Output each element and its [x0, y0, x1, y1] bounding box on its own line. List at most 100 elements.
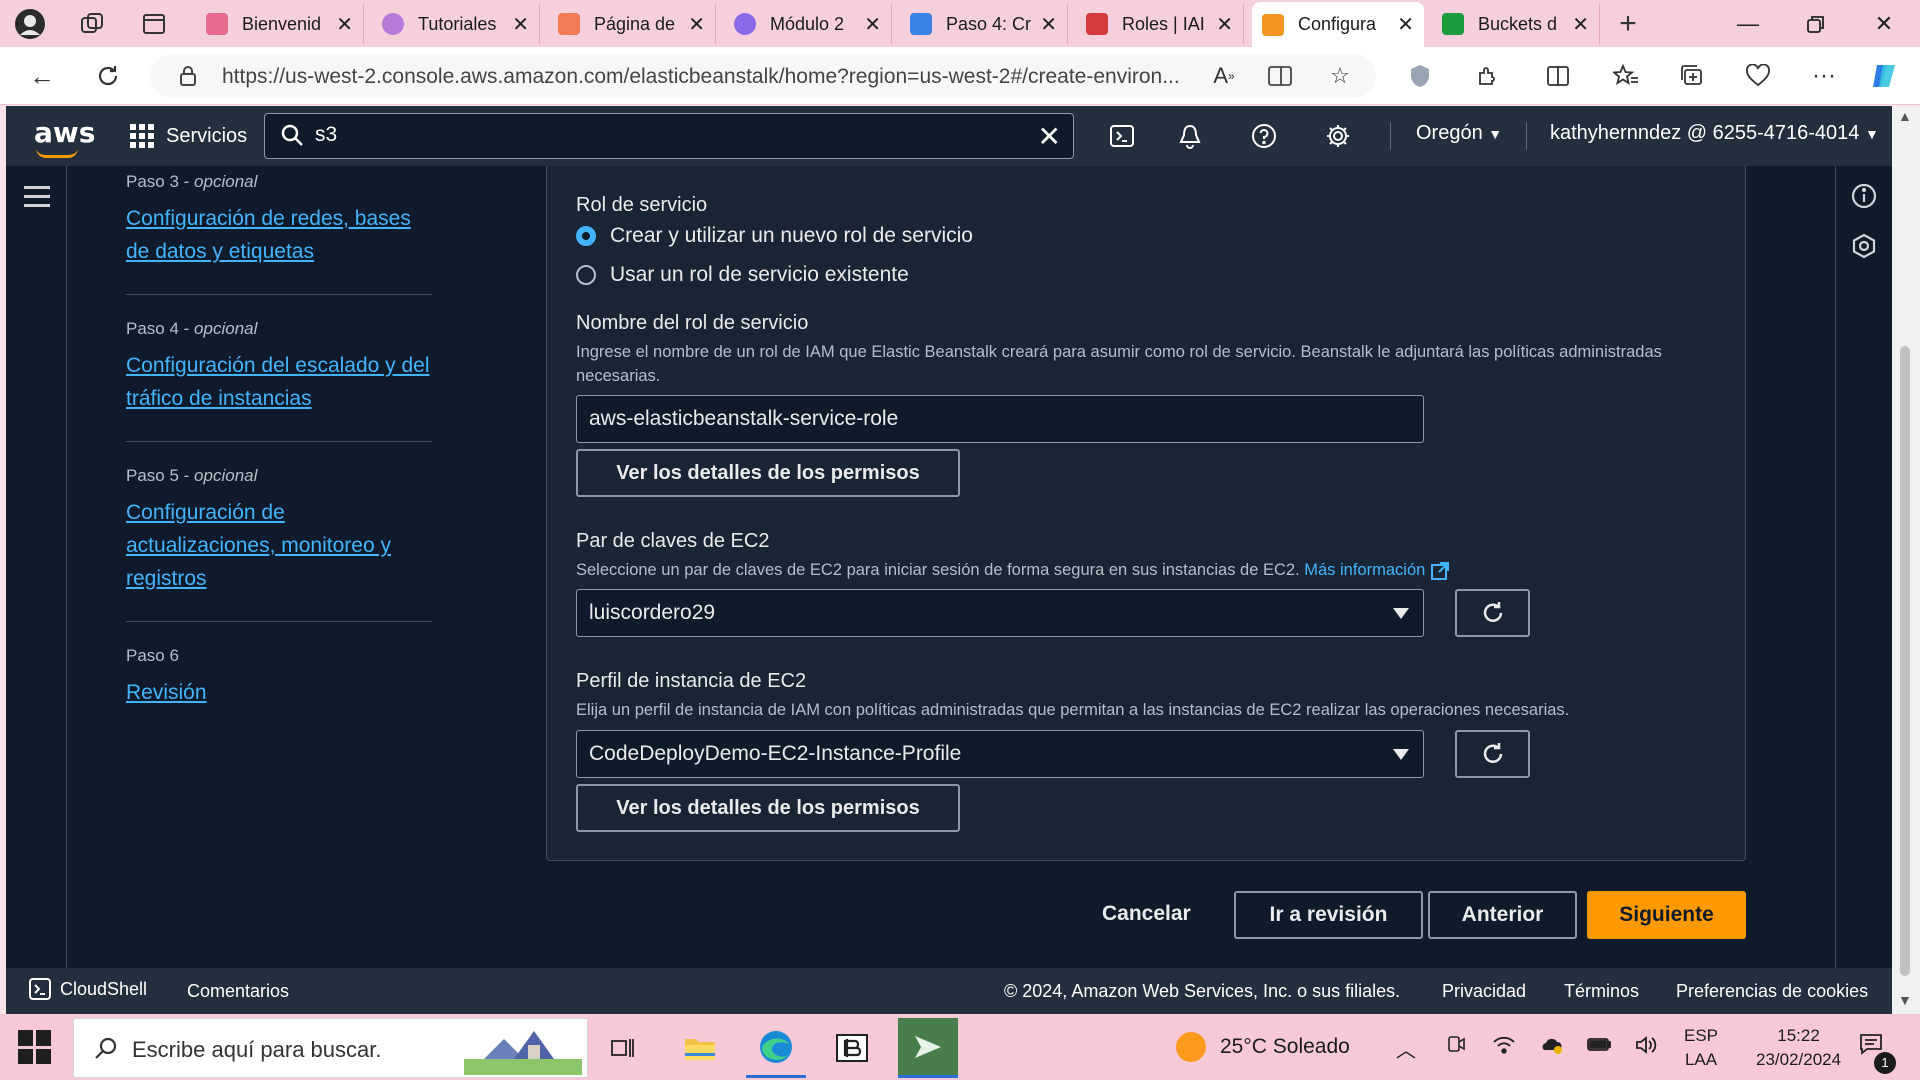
- close-tab-icon[interactable]: ✕: [512, 12, 529, 37]
- refresh-profile-button[interactable]: [1455, 730, 1530, 778]
- role-name-input[interactable]: [576, 395, 1424, 443]
- tab-modulo[interactable]: Módulo 2 ✕: [724, 4, 892, 44]
- scroll-thumb[interactable]: [1900, 346, 1910, 976]
- tutorials-hexagon-icon[interactable]: [1850, 232, 1878, 260]
- services-menu-button[interactable]: Servicios: [130, 118, 247, 154]
- scroll-up-icon[interactable]: ▲: [1898, 108, 1912, 124]
- file-explorer-icon[interactable]: [670, 1018, 730, 1078]
- tab-paso4[interactable]: Paso 4: Cr ✕: [900, 4, 1068, 44]
- step-link-updates[interactable]: Configuración de actualizaciones, monito…: [126, 496, 432, 595]
- onedrive-icon[interactable]: [1538, 1034, 1564, 1062]
- taskbar-clock[interactable]: 15:22 23/02/2024: [1756, 1024, 1841, 1072]
- settings-gear-icon[interactable]: [1322, 120, 1354, 152]
- close-window-icon[interactable]: ✕: [1854, 6, 1914, 42]
- lock-icon[interactable]: [170, 58, 206, 94]
- region-selector[interactable]: Oregón ▼: [1416, 122, 1502, 145]
- favorite-star-icon[interactable]: ☆: [1322, 58, 1358, 94]
- workspaces-icon[interactable]: [74, 6, 110, 42]
- tab-roles[interactable]: Roles | IAI ✕: [1076, 4, 1244, 44]
- battery-icon[interactable]: [1586, 1034, 1612, 1060]
- close-tab-icon[interactable]: ✕: [688, 12, 705, 37]
- wizard-step: Paso 4 - opcional Configuración del esca…: [126, 319, 432, 442]
- split-screen-icon[interactable]: [1540, 58, 1576, 94]
- instance-profile-description: Elija un perfil de instancia de IAM con …: [576, 701, 1570, 719]
- edge-browser-icon[interactable]: [746, 1018, 806, 1078]
- radio-checked-icon[interactable]: [576, 226, 596, 246]
- reload-icon[interactable]: [90, 58, 126, 94]
- tab-buckets[interactable]: Buckets d ✕: [1432, 4, 1600, 44]
- weather-widget[interactable]: 25°C Soleado: [1176, 1032, 1350, 1062]
- aws-logo[interactable]: aws: [34, 116, 95, 149]
- next-button[interactable]: Siguiente: [1587, 891, 1746, 939]
- wifi-icon[interactable]: [1492, 1034, 1516, 1062]
- new-tab-icon[interactable]: +: [1610, 6, 1646, 42]
- tab-bienvenido[interactable]: Bienvenid ✕: [196, 4, 364, 44]
- close-tab-icon[interactable]: ✕: [1040, 12, 1057, 37]
- favorites-icon[interactable]: [1608, 58, 1644, 94]
- tab-pagina[interactable]: Página de ✕: [548, 4, 716, 44]
- aws-logo-smile: [36, 148, 78, 158]
- url-field[interactable]: https://us-west-2.console.aws.amazon.com…: [150, 54, 1376, 98]
- close-tab-icon[interactable]: ✕: [1216, 12, 1233, 37]
- scroll-down-icon[interactable]: ▼: [1898, 992, 1912, 1008]
- step-link-scaling[interactable]: Configuración del escalado y del tráfico…: [126, 349, 432, 415]
- previous-button[interactable]: Anterior: [1428, 891, 1577, 939]
- view-permissions-button-2[interactable]: Ver los detalles de los permisos: [576, 784, 960, 832]
- meet-now-icon[interactable]: [1446, 1034, 1466, 1062]
- keypair-select[interactable]: luiscordero29: [576, 589, 1424, 637]
- copilot-icon[interactable]: [1866, 58, 1902, 94]
- page-scrollbar[interactable]: ▲ ▼: [1892, 106, 1920, 1014]
- collections-icon[interactable]: [1674, 58, 1710, 94]
- feedback-link[interactable]: Comentarios: [187, 981, 289, 1002]
- account-menu[interactable]: kathyhernndez @ 6255-4716-4014 ▼: [1550, 122, 1879, 145]
- cloudshell-footer-button[interactable]: CloudShell: [28, 977, 147, 1001]
- vertical-tabs-icon[interactable]: [136, 6, 172, 42]
- hamburger-menu-icon[interactable]: [24, 186, 50, 207]
- browser-essentials-icon[interactable]: [1740, 58, 1776, 94]
- step-link-review[interactable]: Revisión: [126, 676, 432, 709]
- aws-search-box[interactable]: ✕: [264, 113, 1074, 159]
- view-permissions-button-1[interactable]: Ver los detalles de los permisos: [576, 449, 960, 497]
- cancel-button[interactable]: Cancelar: [1102, 902, 1191, 926]
- taskbar-search[interactable]: Escribe aquí para buscar.: [73, 1018, 588, 1078]
- help-icon[interactable]: [1248, 120, 1280, 152]
- show-hidden-icons-chevron-icon[interactable]: ︿: [1396, 1034, 1416, 1063]
- back-icon[interactable]: ←: [24, 58, 60, 94]
- go-to-review-button[interactable]: Ir a revisión: [1234, 891, 1423, 939]
- info-icon[interactable]: [1850, 182, 1878, 210]
- radio-new-role[interactable]: Crear y utilizar un nuevo rol de servici…: [576, 224, 973, 248]
- restore-icon[interactable]: [1786, 6, 1846, 42]
- privacy-link[interactable]: Privacidad: [1442, 981, 1526, 1002]
- instance-profile-select[interactable]: CodeDeployDemo-EC2-Instance-Profile: [576, 730, 1424, 778]
- close-tab-icon[interactable]: ✕: [864, 12, 881, 37]
- task-view-icon[interactable]: [592, 1018, 652, 1078]
- minimize-icon[interactable]: —: [1718, 6, 1778, 42]
- refresh-keypair-button[interactable]: [1455, 589, 1530, 637]
- search-input[interactable]: [315, 123, 1015, 147]
- radio-existing-role[interactable]: Usar un rol de servicio existente: [576, 263, 909, 287]
- windows-start-icon[interactable]: [18, 1030, 52, 1064]
- close-tab-icon[interactable]: ✕: [1397, 12, 1414, 37]
- more-info-link[interactable]: Más información: [1304, 561, 1450, 580]
- immersive-reader-icon[interactable]: [1262, 58, 1298, 94]
- close-tab-icon[interactable]: ✕: [336, 12, 353, 37]
- more-options-icon[interactable]: ···: [1806, 58, 1842, 94]
- profile-avatar-icon[interactable]: [12, 6, 48, 42]
- extensions-icon[interactable]: [1470, 58, 1506, 94]
- language-indicator[interactable]: ESP LAA: [1684, 1024, 1718, 1072]
- radio-unchecked-icon[interactable]: [576, 265, 596, 285]
- close-tab-icon[interactable]: ✕: [1572, 12, 1589, 37]
- volume-icon[interactable]: [1634, 1034, 1658, 1062]
- notifications-bell-icon[interactable]: [1174, 120, 1206, 152]
- step-link-networking[interactable]: Configuración de redes, bases de datos y…: [126, 202, 432, 268]
- read-aloud-icon[interactable]: A»: [1206, 58, 1242, 94]
- tab-configura-active[interactable]: Configura ✕: [1252, 2, 1424, 47]
- cloudshell-icon[interactable]: [1106, 120, 1138, 152]
- tab-tutoriales[interactable]: Tutoriales ✕: [372, 4, 540, 44]
- cookie-preferences-link[interactable]: Preferencias de cookies: [1676, 981, 1868, 1002]
- clear-search-icon[interactable]: ✕: [1038, 120, 1061, 153]
- app-vm-icon[interactable]: [898, 1018, 958, 1078]
- app-blackboard-icon[interactable]: [822, 1018, 882, 1078]
- terms-link[interactable]: Términos: [1564, 981, 1639, 1002]
- shield-extension-icon[interactable]: [1402, 58, 1438, 94]
